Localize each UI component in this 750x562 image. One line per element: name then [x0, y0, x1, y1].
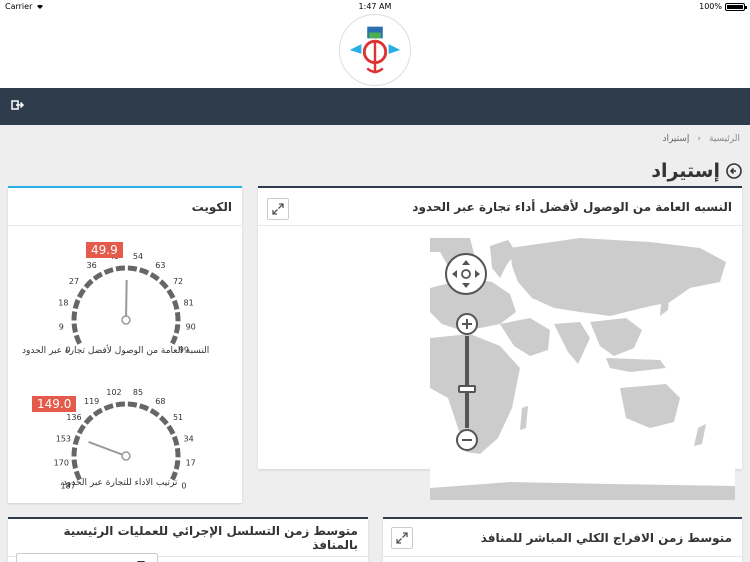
bottom-left-dropdown[interactable] [16, 553, 158, 562]
expand-icon [396, 532, 408, 544]
world-map[interactable] [430, 238, 735, 500]
map-card-header: النسبه العامة من الوصول لأفضل أداء تجارة… [258, 188, 742, 226]
gauge1-tick-label: 27 [69, 277, 79, 286]
gauge1-tick-label: 54 [133, 252, 143, 261]
map-antarctica [430, 482, 735, 500]
page-title: إستيراد [651, 160, 720, 182]
bottom-left-card: متوسط زمن التسلسل الإجرائي للعمليات الرئ… [8, 517, 368, 562]
emblem-icon [342, 17, 408, 83]
map-australia [620, 384, 680, 428]
status-bar: Carrier 1:47 AM 100% [0, 0, 750, 14]
map-pan-control[interactable] [444, 252, 488, 296]
map-middle-east [500, 318, 550, 356]
map-zoom-slider-handle[interactable] [458, 384, 476, 393]
gauge1-hub [121, 315, 131, 325]
back-arrow-icon[interactable] [726, 163, 742, 179]
gauge2-tick-label: 17 [186, 458, 196, 467]
gauge1-label: النسبه العامة من الوصول لأفضل تجارة عبر … [22, 346, 210, 356]
gauge1-tick-label: 36 [87, 261, 97, 270]
top-navbar [0, 88, 750, 125]
battery-fill [727, 4, 743, 9]
logout-icon[interactable] [11, 98, 25, 112]
gauge1-tick-label: 9 [59, 322, 64, 331]
gauge1-tick-label: 81 [184, 299, 194, 308]
gauge2-tick-label: 85 [133, 388, 143, 397]
gauge2-tick-label: 0 [181, 482, 186, 491]
gauge2-tick-label: 136 [66, 413, 81, 422]
map-madagascar [520, 406, 528, 430]
gauge2-tick-label: 51 [173, 413, 183, 422]
clock: 1:47 AM [358, 2, 392, 11]
gauge2-tick-label: 170 [54, 458, 69, 467]
gauge1-tick-label: 18 [58, 299, 68, 308]
map-asia-north [510, 238, 726, 316]
map-indonesia [606, 358, 666, 372]
gauge2-needle [88, 441, 127, 457]
gauge2-tick-label: 102 [106, 388, 121, 397]
bottom-left-card-header: متوسط زمن التسلسل الإجرائي للعمليات الرئ… [8, 519, 368, 557]
map-new-zealand [694, 424, 706, 446]
gauge2-tick-label: 119 [84, 397, 99, 406]
breadcrumb-current: إستيراد [662, 134, 690, 144]
kuwait-card-title: الكويت [191, 199, 232, 214]
gauge1-tick-label: 90 [186, 322, 196, 331]
battery-percent: 100% [699, 2, 722, 11]
gauge1-needle [125, 279, 128, 321]
breadcrumb-home[interactable]: الرئيسية [709, 134, 740, 144]
breadcrumb: الرئيسية ‹ إستيراد [0, 125, 750, 153]
map-southeast-asia [590, 318, 642, 356]
page-title-row: إستيراد [651, 160, 742, 182]
customs-emblem-logo [339, 14, 411, 86]
kuwait-card-header: الكويت [8, 188, 242, 226]
map-zoom-out-button[interactable] [455, 428, 479, 452]
map-zoom-in-button[interactable] [455, 312, 479, 336]
app-header [0, 14, 750, 88]
bottom-right-card-title: متوسط زمن الافراج الكلي المباشر للمنافذ [480, 530, 732, 545]
gauge2-tick-label: 68 [155, 397, 165, 406]
map-card-title: النسبه العامة من الوصول لأفضل أداء تجارة… [412, 199, 732, 214]
gauge2-value-badge: 149.0 [32, 396, 77, 412]
gauge2-tick-label: 153 [56, 435, 71, 444]
map-india [554, 322, 590, 364]
bottom-right-card-header: متوسط زمن الافراج الكلي المباشر للمنافذ [383, 519, 742, 557]
bottom-left-card-title: متوسط زمن التسلسل الإجرائي للعمليات الرئ… [63, 523, 358, 552]
gauge2-label: ترتيب الاداء للتجارة عبر الحدود. [60, 478, 178, 488]
gauge2-tick-label: 34 [184, 435, 194, 444]
gauge-access-percentage: 0918273645546372819099 [58, 252, 196, 354]
battery-icon [725, 2, 747, 11]
battery-status: 100% [699, 2, 747, 11]
expand-icon [272, 203, 284, 215]
gauge2-hub [121, 451, 131, 461]
bottom-right-expand-button[interactable] [391, 527, 413, 549]
gauge1-value-badge: 49.9 [86, 242, 123, 258]
bottom-right-card: متوسط زمن الافراج الكلي المباشر للمنافذ [383, 517, 742, 562]
breadcrumb-separator: ‹ [697, 134, 701, 144]
kuwait-card: الكويت 0918273645546372819099 49.9 النسب… [8, 186, 242, 503]
gauge1-tick-label: 72 [173, 277, 183, 286]
map-expand-button[interactable] [267, 198, 289, 220]
gauge1-tick-label: 63 [155, 261, 165, 270]
map-zoom-slider-track[interactable] [465, 336, 469, 428]
